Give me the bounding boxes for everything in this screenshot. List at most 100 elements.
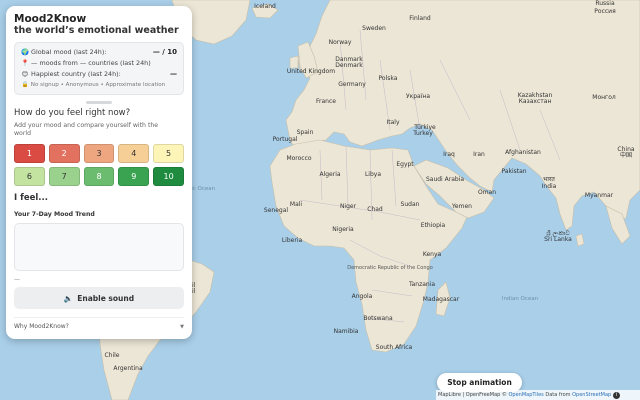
mood-button-9[interactable]: 9: [118, 167, 150, 186]
mood-button-5[interactable]: 5: [153, 144, 184, 163]
map-attribution: MapLibre | OpenFreeMap © OpenMapTiles Da…: [436, 390, 640, 400]
map-label: Oman: [478, 189, 496, 196]
map-label: India: [542, 183, 557, 190]
map-label: Sudan: [401, 201, 420, 208]
attribution-mid: Data from: [543, 392, 573, 398]
panel-drag-handle[interactable]: [86, 101, 112, 104]
feel-label: I feel...: [14, 193, 48, 203]
map-label: Norway: [329, 39, 352, 46]
map-label: Iraq: [443, 151, 455, 158]
enable-sound-button[interactable]: 🔈 Enable sound: [14, 287, 184, 309]
map-label: Iran: [473, 151, 485, 158]
happiest-row: 😊 Happiest country (last 24h): —: [21, 69, 177, 80]
attribution-prefix: MapLibre | OpenFreeMap ©: [438, 392, 509, 398]
map-label: Ethiopia: [421, 222, 446, 229]
chevron-down-icon: ▼: [180, 323, 184, 330]
global-mood-row: 🌍 Global mood (last 24h): — / 10: [21, 47, 177, 58]
lock-icon: 🔒: [21, 82, 29, 88]
map-label: Монгол: [592, 94, 616, 101]
map-label: United Kingdom: [287, 68, 335, 75]
privacy-note: No signup • Anonymous • Approximate loca…: [30, 82, 166, 88]
map-label: Nigeria: [332, 226, 354, 233]
mood-question: How do you feel right now?: [14, 108, 131, 118]
map-label: Saudi Arabia: [426, 176, 464, 183]
map-label: Україна: [406, 93, 430, 100]
map-label: Finland: [409, 15, 431, 22]
map-label: Казахстан: [519, 98, 552, 105]
mood-buttons: 1 2 3 4 5 6 7 8 9 10: [14, 144, 184, 186]
map-label: South Africa: [376, 344, 413, 351]
map-label: Yemen: [451, 203, 472, 210]
map-label: Liberia: [282, 237, 303, 244]
map-label: Danmark: [335, 56, 363, 63]
pin-icon: 📍: [21, 59, 29, 67]
mood-button-1[interactable]: 1: [14, 144, 45, 163]
happiest-label: Happiest country (last 24h):: [31, 70, 121, 78]
map-label: Turkey: [412, 130, 433, 137]
speaker-icon: 🔈: [63, 293, 74, 303]
map-label: Portugal: [273, 136, 298, 143]
map-label: Germany: [338, 81, 366, 88]
map-label: Argentina: [113, 365, 143, 372]
mood-button-4[interactable]: 4: [118, 144, 150, 163]
map-label: Algeria: [319, 171, 340, 178]
map-label: Democratic Republic of the Congo: [347, 265, 433, 271]
map-label: Botswana: [363, 315, 393, 322]
map-label: Egypt: [396, 161, 414, 168]
privacy-note-row: 🔒 No signup • Anonymous • Approximate lo…: [21, 81, 177, 90]
map-label: Niger: [340, 203, 357, 210]
moods-from-text: — moods from — countries (last 24h): [31, 59, 151, 67]
mood-button-6[interactable]: 6: [14, 167, 45, 186]
smile-icon: 😊: [21, 70, 29, 78]
map-label: Iceland: [254, 3, 276, 10]
ireland-shape: [289, 55, 299, 69]
mood-button-7[interactable]: 7: [48, 167, 80, 186]
sea-label: Indian Ocean: [502, 296, 539, 302]
map-label: Tanzania: [408, 281, 435, 288]
trend-note: —: [14, 276, 20, 283]
happiest-value: —: [170, 70, 177, 78]
app-title: Mood2Know: [14, 13, 87, 25]
map-label: Myanmar: [585, 192, 614, 199]
map-label: Morocco: [286, 155, 311, 162]
map-label: Libya: [365, 171, 381, 178]
moods-from-row: 📍 — moods from — countries (last 24h): [21, 58, 177, 69]
mood-button-8[interactable]: 8: [83, 167, 115, 186]
map-label: भारत: [543, 176, 555, 183]
info-icon[interactable]: i: [613, 392, 621, 399]
map-label: Denmark: [335, 62, 363, 69]
enable-sound-label: Enable sound: [77, 293, 135, 303]
map-label: Pakistan: [501, 168, 526, 175]
map-label: Angola: [352, 293, 373, 300]
map-label: Mali: [290, 201, 303, 208]
map-label: Polska: [379, 75, 398, 82]
map-label: Россия: [594, 8, 616, 15]
why-mood2know-toggle[interactable]: Why Mood2Know? ▼: [14, 317, 184, 330]
map-label: Afghanistan: [505, 149, 541, 156]
mood-button-2[interactable]: 2: [48, 144, 80, 163]
map-label: Chile: [104, 352, 119, 359]
map-label: Italy: [386, 119, 399, 126]
mood-button-3[interactable]: 3: [83, 144, 115, 163]
trend-chart-area: [14, 223, 184, 271]
stats-card: 🌍 Global mood (last 24h): — / 10 📍 — moo…: [14, 42, 184, 95]
map-label: Sri Lanka: [544, 236, 572, 243]
mood-button-10[interactable]: 10: [153, 167, 184, 186]
map-label: Spain: [297, 129, 314, 136]
map-label: France: [316, 98, 336, 105]
app-subtitle: the world’s emotional weather: [14, 25, 179, 36]
map-label: Russia: [595, 0, 615, 7]
globe-icon: 🌍: [21, 48, 29, 56]
mood-panel: Mood2Know the world’s emotional weather …: [6, 6, 192, 339]
global-mood-value: — / 10: [152, 48, 177, 56]
openstreetmap-link[interactable]: OpenStreetMap: [572, 392, 611, 398]
map-label: Madagascar: [423, 296, 460, 303]
openmaptiles-link[interactable]: OpenMapTiles: [508, 392, 543, 398]
why-label: Why Mood2Know?: [14, 323, 69, 330]
map-label: Namibia: [334, 328, 359, 335]
map-label: Kenya: [423, 251, 442, 258]
map-label: Senegal: [264, 207, 288, 214]
mood-prompt: Add your mood and compare yourself with …: [14, 122, 159, 137]
map-label: Kazakhstan: [518, 92, 553, 99]
map-label: Chad: [367, 206, 383, 213]
